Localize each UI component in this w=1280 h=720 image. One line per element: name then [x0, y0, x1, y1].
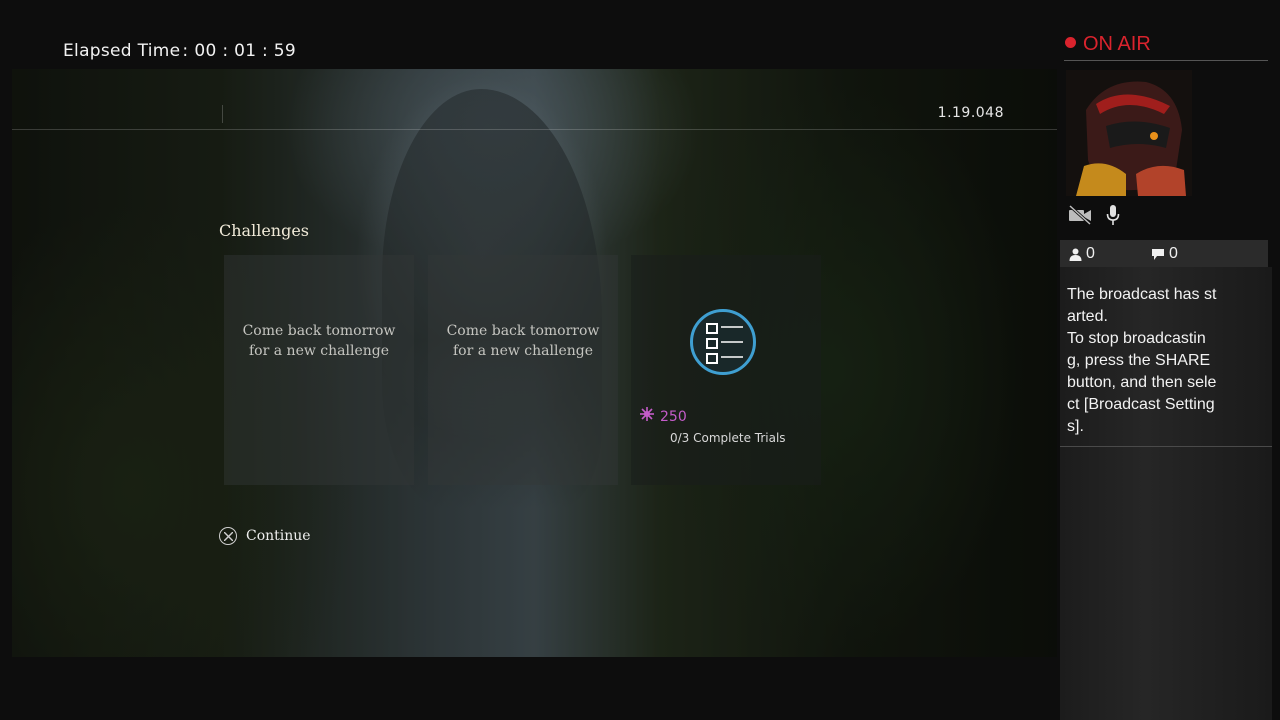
- challenge-card-1[interactable]: Come back tomorrow for a new challenge: [224, 255, 414, 485]
- continue-button[interactable]: Continue: [219, 527, 311, 545]
- broadcast-stats: 0 0: [1060, 240, 1268, 267]
- challenges-title: Challenges: [219, 221, 310, 240]
- microphone-icon: [1106, 204, 1120, 231]
- comment-count: 0: [1151, 245, 1178, 263]
- broadcast-message-panel: The broadcast has started. To stop broad…: [1060, 267, 1272, 720]
- on-air-indicator: ON AIR: [1065, 33, 1151, 56]
- comment-icon: [1152, 248, 1164, 260]
- reward-value: 250: [660, 409, 687, 425]
- broadcast-message: The broadcast has started. To stop broad…: [1067, 286, 1217, 435]
- viewer-count: 0: [1069, 245, 1095, 263]
- camera-off-icon: [1068, 204, 1092, 230]
- game-viewport: 1.19.048 Challenges Come back tomorrow f…: [12, 69, 1057, 657]
- avatar: [1066, 70, 1192, 196]
- challenge-card-message: Come back tomorrow for a new challenge: [242, 323, 396, 359]
- panel-divider: [1064, 60, 1268, 61]
- elapsed-time-value: 00 : 01 : 59: [194, 41, 296, 61]
- live-dot-icon: [1065, 37, 1076, 48]
- elapsed-time-separator: :: [182, 41, 189, 61]
- on-air-label: ON AIR: [1083, 33, 1151, 55]
- checklist-icon: [690, 309, 756, 375]
- header-divider: [12, 129, 1057, 130]
- cross-button-icon: [219, 527, 237, 545]
- trials-progress: 0/3 Complete Trials: [670, 431, 786, 445]
- message-divider: [1060, 446, 1272, 447]
- viewer-icon: [1069, 248, 1082, 261]
- elapsed-time: Elapsed Time:00 : 01 : 59: [63, 41, 296, 61]
- elapsed-time-label: Elapsed Time: [63, 41, 181, 61]
- challenge-card-trials[interactable]: 250 0/3 Complete Trials: [631, 255, 821, 485]
- reward-points: 250: [640, 407, 687, 425]
- continue-label: Continue: [246, 528, 311, 544]
- challenge-card-message: Come back tomorrow for a new challenge: [446, 323, 600, 359]
- star-burst-icon: [640, 407, 654, 425]
- game-version: 1.19.048: [937, 105, 1004, 121]
- challenge-card-2[interactable]: Come back tomorrow for a new challenge: [428, 255, 618, 485]
